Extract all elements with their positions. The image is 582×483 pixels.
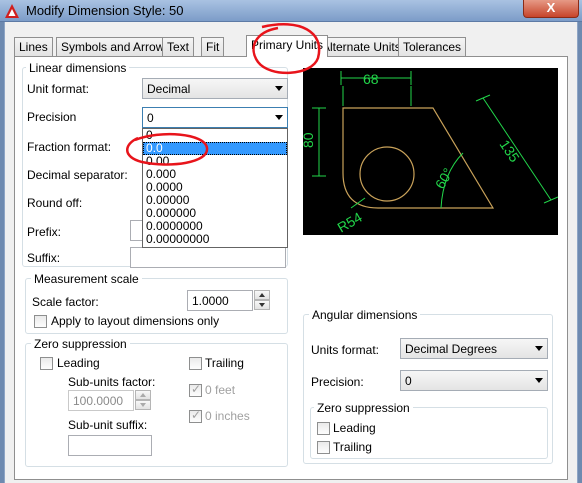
window-title: Modify Dimension Style: 50 [26, 3, 184, 18]
angular-units-format-value: Decimal Degrees [405, 342, 498, 356]
suffix-input[interactable] [130, 247, 286, 268]
tab-fit[interactable]: Fit [201, 37, 225, 56]
spin-down-icon[interactable] [254, 300, 270, 310]
scale-factor-spinner[interactable] [254, 290, 270, 311]
preview-dim-diag: 135 [497, 137, 523, 165]
angular-precision-label: Precision: [311, 375, 364, 389]
precision-dropdown-list[interactable]: 0 0.0 0.00 0.000 0.0000 0.00000 0.000000… [142, 128, 288, 248]
zero-suppression-linear-title: Zero suppression [31, 337, 130, 351]
tab-tolerances[interactable]: Tolerances [398, 37, 467, 56]
measurement-scale-title: Measurement scale [31, 272, 142, 286]
angular-trailing-label: Trailing [333, 440, 372, 454]
subunit-suffix-input[interactable] [68, 435, 152, 456]
angular-precision-value: 0 [405, 374, 412, 388]
chevron-down-icon [275, 115, 283, 120]
zero-inches-checkbox[interactable] [189, 408, 202, 423]
linear-dimensions-title: Linear dimensions [26, 61, 130, 75]
chevron-down-icon [535, 378, 543, 383]
zero-feet-label: 0 feet [205, 383, 236, 397]
precision-label: Precision [27, 110, 77, 124]
dimension-preview: 68 80 135 60° R54 [300, 68, 559, 236]
precision-select[interactable]: 0 [142, 107, 288, 128]
scale-factor-input[interactable]: 1.0000 [187, 290, 253, 311]
subunits-factor-label: Sub-units factor: [68, 375, 156, 389]
tab-alternate-units[interactable]: Alternate Units [317, 37, 406, 56]
chevron-down-icon [275, 86, 283, 91]
leading-checkbox[interactable] [40, 357, 53, 370]
spin-up-icon[interactable] [254, 290, 270, 300]
preview-dim-angle: 60° [432, 165, 456, 191]
unit-format-select[interactable]: Decimal [142, 78, 288, 99]
preview-dim-radius: R54 [335, 209, 365, 235]
tab-symbols-and-arrows[interactable]: Symbols and Arrows [56, 37, 176, 56]
round-off-label: Round off: [27, 196, 83, 210]
chevron-down-icon [535, 346, 543, 351]
subunits-factor-spinner[interactable] [135, 390, 151, 411]
trailing-label: Trailing [205, 356, 244, 370]
zero-feet-checkbox[interactable] [189, 382, 202, 397]
precision-option[interactable]: 0.00000000 [143, 233, 287, 246]
apply-layout-checkbox[interactable] [34, 315, 47, 328]
precision-value: 0 [147, 111, 154, 125]
apply-layout-label: Apply to layout dimensions only [51, 314, 220, 328]
tab-text[interactable]: Text [162, 37, 195, 56]
unit-format-value: Decimal [147, 82, 191, 96]
spin-up-icon[interactable] [135, 390, 151, 400]
title-bar[interactable]: Modify Dimension Style: 50 X [0, 0, 582, 22]
tab-primary-units[interactable]: Primary Units [246, 35, 329, 57]
angular-units-format-select[interactable]: Decimal Degrees [400, 338, 548, 359]
preview-dim-left: 80 [303, 132, 316, 148]
scale-factor-label: Scale factor: [32, 295, 99, 309]
leading-label: Leading [57, 356, 100, 370]
zero-inches-label: 0 inches [205, 409, 250, 423]
fraction-format-label: Fraction format: [27, 140, 112, 154]
angular-precision-select[interactable]: 0 [400, 370, 548, 391]
preview-dim-top: 68 [363, 71, 379, 87]
angular-zero-suppression-title: Zero suppression [314, 401, 413, 415]
tab-lines[interactable]: Lines [14, 37, 53, 56]
prefix-label: Prefix: [27, 225, 62, 239]
unit-format-label: Unit format: [27, 82, 90, 96]
close-button[interactable]: X [523, 0, 579, 18]
angular-trailing-checkbox[interactable] [317, 441, 330, 454]
preview-drawing: 68 80 135 60° R54 [300, 71, 559, 236]
autocad-logo-icon [5, 4, 19, 18]
precision-option[interactable]: 0 [143, 129, 287, 142]
subunits-factor-input[interactable]: 100.0000 [68, 390, 134, 411]
angular-dimensions-title: Angular dimensions [309, 308, 421, 322]
decimal-separator-label: Decimal separator: [27, 168, 128, 182]
trailing-checkbox[interactable] [189, 357, 202, 370]
suffix-label: Suffix: [27, 251, 61, 265]
angular-leading-label: Leading [333, 421, 376, 435]
spin-down-icon[interactable] [135, 400, 151, 410]
angular-units-format-label: Units format: [311, 343, 380, 357]
angular-leading-checkbox[interactable] [317, 422, 330, 435]
subunit-suffix-label: Sub-unit suffix: [68, 418, 148, 432]
